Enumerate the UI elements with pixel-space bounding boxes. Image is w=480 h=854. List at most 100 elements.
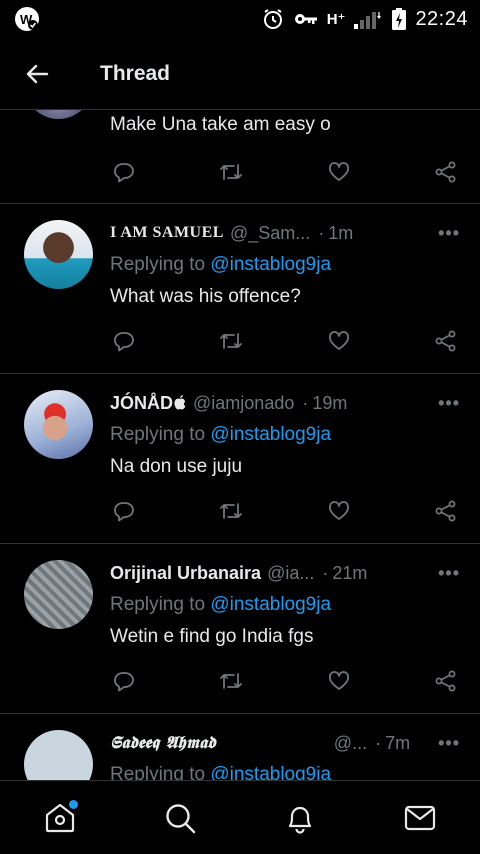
status-bar: W H⁺ 22:24 [0,0,480,38]
username: @... [333,732,368,753]
reply-icon [114,332,134,352]
more-options-button[interactable]: ••• [438,733,460,754]
replying-user-link[interactable]: @instablog9ja [210,594,331,615]
apple-icon [174,394,186,409]
tweet-meta: JÓNÅD @iamjonado · 19m ••• [110,390,460,416]
tweet[interactable]: I AM SAMUEL @_Sam... · 1m ••• Replying t… [0,204,480,374]
display-name[interactable]: Orijinal Urbanaira [110,563,261,584]
share-icon [435,330,456,352]
like-button[interactable] [325,327,353,355]
timestamp: 21m [332,562,368,583]
heart-icon [328,671,349,690]
reply-icon [114,163,134,183]
heart-icon [328,331,349,350]
separator: · [375,732,382,753]
tweet-text: Make Una take am easy o [110,114,331,135]
reply-button[interactable] [110,497,138,525]
retweet-icon [220,503,243,519]
display-name[interactable]: JÓNÅD [110,393,187,414]
more-options-button[interactable]: ••• [438,393,460,414]
display-name[interactable]: I AM SAMUEL [110,224,224,242]
share-button[interactable] [432,497,460,525]
replying-to: Replying to @instablog9ja [110,764,331,780]
retweet-icon [220,333,243,349]
heart-icon [328,162,349,181]
share-button[interactable] [432,667,460,695]
tab-notifications[interactable] [280,798,320,838]
signal-icon [354,12,382,29]
replying-label: Replying to [110,594,206,615]
battery-charging-icon [392,8,407,30]
replying-label: Replying to [110,254,206,275]
tweet-text: Na don use juju [110,456,243,477]
new-tweets-dot [69,799,78,809]
avatar[interactable] [24,110,93,119]
replying-user-link[interactable]: @instablog9ja [210,254,331,275]
reply-button[interactable] [110,327,138,355]
reply-button[interactable] [110,158,138,186]
avatar[interactable] [24,220,93,289]
like-button[interactable] [325,158,353,186]
replying-label: Replying to [110,764,206,780]
retweet-icon [220,164,243,180]
tweet-actions [110,326,460,356]
retweet-button[interactable] [217,327,245,355]
separator: · [318,222,325,243]
more-options-button[interactable]: ••• [438,563,460,584]
share-icon [435,161,456,183]
search-icon [166,803,196,833]
app-w-icon: W [15,7,39,31]
share-button[interactable] [432,158,460,186]
tweet[interactable]: Orijinal Urbanaira @ia... · 21m ••• Repl… [0,544,480,714]
tab-messages[interactable] [400,798,440,838]
reply-icon [114,672,134,692]
tweet[interactable]: JÓNÅD @iamjonado · 19m ••• Replying to @… [0,374,480,544]
timestamp: 7m [385,732,411,753]
share-button[interactable] [432,327,460,355]
more-options-button[interactable]: ••• [438,223,460,244]
retweet-button[interactable] [217,667,245,695]
reply-button[interactable] [110,667,138,695]
tab-search[interactable] [160,798,200,838]
like-button[interactable] [325,667,353,695]
retweet-button[interactable] [217,497,245,525]
avatar[interactable] [24,730,93,780]
tweet-actions [110,666,460,696]
like-button[interactable] [325,497,353,525]
share-icon [435,500,456,522]
thread-header: Thread [0,38,480,110]
tweet-meta: 𝕾𝖆𝖉𝖊𝖊𝖖 𝕬𝖍𝖒𝖆𝖉 @... · 7m ••• [110,730,460,756]
clock: 22:24 [415,7,468,30]
back-button[interactable] [22,59,52,89]
thread-feed[interactable]: Make Una take am easy o I AM SAMUEL @_Sa… [0,110,480,780]
tweet-actions [110,157,460,187]
tweet-text: What was his offence? [110,286,301,307]
username: @ia... [267,562,315,583]
tweet[interactable]: 𝕾𝖆𝖉𝖊𝖊𝖖 𝕬𝖍𝖒𝖆𝖉 @... · 7m ••• Replying to @… [0,714,480,780]
tweet-actions [110,496,460,526]
replying-to: Replying to @instablog9ja [110,254,331,276]
username: @iamjonado [193,392,295,413]
separator: · [302,392,309,413]
separator: · [322,562,329,583]
page-title: Thread [100,61,171,85]
network-type: H⁺ [326,11,346,28]
avatar[interactable] [24,560,93,629]
tweet-meta: I AM SAMUEL @_Sam... · 1m ••• [110,220,460,246]
bell-icon [288,806,312,834]
key-icon [294,14,317,24]
arrow-left-icon [26,64,49,83]
retweet-icon [220,673,243,689]
replying-user-link[interactable]: @instablog9ja [210,424,331,445]
bottom-navigation [0,780,480,854]
tweet[interactable]: Make Una take am easy o [0,110,480,204]
retweet-button[interactable] [217,158,245,186]
replying-user-link[interactable]: @instablog9ja [210,764,331,780]
display-name[interactable]: 𝕾𝖆𝖉𝖊𝖊𝖖 𝕬𝖍𝖒𝖆𝖉 [110,733,216,753]
replying-label: Replying to [110,424,206,445]
share-icon [435,670,456,692]
tab-home[interactable] [40,798,80,838]
reply-icon [114,502,134,522]
avatar[interactable] [24,390,93,459]
replying-to: Replying to @instablog9ja [110,594,331,616]
